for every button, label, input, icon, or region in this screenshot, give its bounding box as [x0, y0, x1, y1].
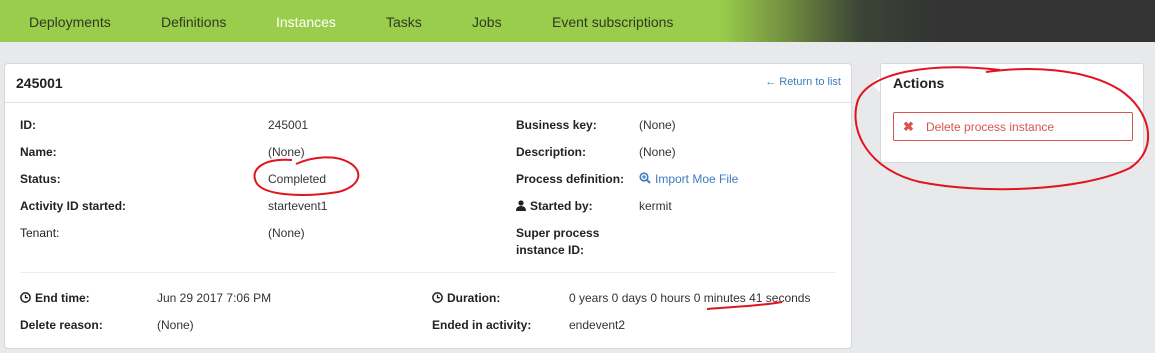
super-process-label-line2: instance ID:	[516, 243, 585, 257]
tab-event-subscriptions[interactable]: Event subscriptions	[552, 0, 673, 42]
delete-process-instance-button[interactable]: ✖ Delete process instance	[893, 112, 1133, 141]
tab-instances[interactable]: Instances	[276, 0, 336, 42]
end-time-value: Jun 29 2017 7:06 PM	[157, 291, 272, 305]
tab-tasks[interactable]: Tasks	[386, 0, 422, 42]
delete-reason-value: (None)	[157, 318, 194, 332]
super-process-label-line1: Super process	[516, 226, 600, 240]
started-by-label-wrap: Started by:	[516, 199, 593, 214]
id-value: 245001	[268, 118, 309, 132]
actions-arrow	[871, 76, 880, 92]
end-time-label-wrap: End time:	[20, 291, 90, 306]
business-key-value: (None)	[639, 118, 676, 132]
delete-reason-label: Delete reason:	[20, 318, 103, 332]
actions-panel: Actions ✖ Delete process instance	[880, 63, 1144, 163]
name-label: Name:	[20, 145, 57, 159]
x-icon: ✖	[903, 119, 914, 134]
tab-definitions[interactable]: Definitions	[161, 0, 226, 42]
magnifier-plus-icon	[639, 172, 651, 187]
activity-started-label: Activity ID started:	[20, 199, 127, 213]
panel-header: 245001 ← Return to list	[5, 64, 851, 103]
duration-value: 0 years 0 days 0 hours 0 minutes 41 seco…	[569, 291, 811, 305]
section-divider	[20, 272, 836, 273]
clock-icon	[432, 292, 443, 306]
name-value: (None)	[268, 145, 305, 159]
activity-started-value: startevent1	[268, 199, 328, 213]
id-label: ID:	[20, 118, 36, 132]
tenant-value: (None)	[268, 226, 305, 240]
duration-label-wrap: Duration:	[432, 291, 500, 306]
description-value: (None)	[639, 145, 676, 159]
started-by-label: Started by:	[530, 199, 593, 213]
description-label: Description:	[516, 145, 587, 159]
clock-icon	[20, 292, 31, 306]
tab-deployments[interactable]: Deployments	[29, 0, 111, 42]
instance-details-panel: 245001 ← Return to list ID: 245001 Name:…	[4, 63, 852, 349]
instance-title: 245001	[16, 75, 63, 91]
status-value: Completed	[268, 172, 327, 186]
duration-label: Duration:	[447, 291, 501, 305]
actions-title: Actions	[893, 75, 945, 91]
status-label: Status:	[20, 172, 61, 186]
process-definition-label: Process definition:	[516, 172, 625, 186]
return-to-list-link[interactable]: ← Return to list	[765, 76, 841, 88]
end-time-label: End time:	[35, 291, 90, 305]
ended-in-value: endevent2	[569, 318, 626, 332]
top-navbar: Deployments Definitions Instances Tasks …	[0, 0, 1155, 42]
process-definition-value: Import Moe File	[655, 172, 739, 186]
process-definition-link[interactable]: Import Moe File	[639, 172, 738, 187]
delete-button-label: Delete process instance	[926, 120, 1055, 134]
ended-in-label: Ended in activity:	[432, 318, 532, 332]
user-icon	[516, 200, 526, 214]
started-by-value: kermit	[639, 199, 672, 213]
tab-jobs[interactable]: Jobs	[472, 0, 502, 42]
tenant-label: Tenant:	[20, 226, 60, 240]
business-key-label: Business key:	[516, 118, 597, 132]
